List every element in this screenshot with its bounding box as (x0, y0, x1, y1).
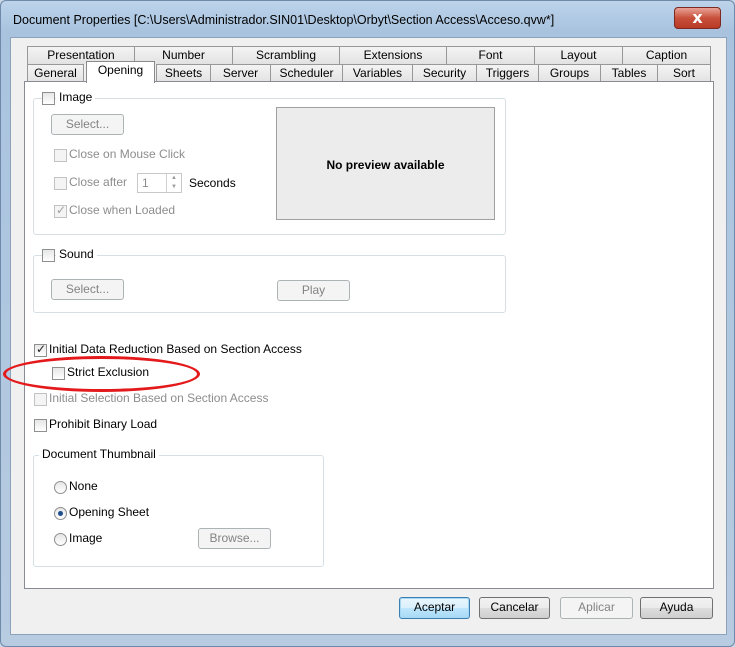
play-button[interactable]: Play (277, 280, 350, 301)
thumbnail-group-label: Document Thumbnail (39, 447, 159, 461)
initial-selection-checkbox[interactable] (34, 393, 47, 406)
cancel-button[interactable]: Cancelar (479, 597, 550, 619)
tab-sort[interactable]: Sort (657, 64, 711, 82)
initial-selection-label: Initial Selection Based on Section Acces… (49, 391, 269, 405)
thumbnail-opening-sheet-label: Opening Sheet (69, 505, 150, 519)
initial-reduction-label: Initial Data Reduction Based on Section … (49, 342, 302, 356)
sound-checkbox[interactable] (42, 249, 55, 262)
tab-caption[interactable]: Caption (622, 46, 711, 64)
tab-sheets[interactable]: Sheets (156, 64, 211, 82)
prohibit-binary-label: Prohibit Binary Load (49, 417, 158, 431)
seconds-label: Seconds (189, 176, 236, 190)
initial-reduction-checkbox[interactable] (34, 342, 47, 357)
help-button[interactable]: Ayuda (640, 597, 713, 619)
thumbnail-image-label: Image (69, 531, 103, 545)
tab-security[interactable]: Security (412, 64, 477, 82)
tab-groups[interactable]: Groups (538, 64, 601, 82)
tab-variables[interactable]: Variables (342, 64, 413, 82)
browse-button[interactable]: Browse... (198, 528, 271, 549)
sound-select-button[interactable]: Select... (51, 279, 124, 300)
close-icon: x (692, 8, 703, 27)
close-on-click-label: Close on Mouse Click (69, 147, 186, 161)
ok-button[interactable]: Aceptar (399, 597, 470, 619)
thumbnail-opening-sheet-radio[interactable] (54, 507, 67, 520)
close-when-loaded-checkbox[interactable] (54, 203, 67, 218)
thumbnail-image-radio[interactable] (54, 533, 67, 546)
tab-scrambling[interactable]: Scrambling (232, 46, 340, 64)
tab-font[interactable]: Font (446, 46, 535, 64)
tab-opening[interactable]: Opening (86, 61, 155, 83)
close-on-click-checkbox[interactable] (54, 149, 67, 162)
image-group-label: Image (56, 90, 96, 104)
stepper-down-icon[interactable]: ▼ (166, 183, 181, 192)
close-when-loaded-label: Close when Loaded (69, 203, 176, 217)
tab-tables[interactable]: Tables (600, 64, 658, 82)
tab-general[interactable]: General (27, 64, 84, 82)
tab-layout[interactable]: Layout (534, 46, 623, 64)
thumbnail-none-radio[interactable] (54, 481, 67, 494)
window-title: Document Properties [C:\Users\Administra… (13, 13, 555, 27)
tab-server[interactable]: Server (210, 64, 271, 82)
stepper-up-icon[interactable]: ▲ (166, 174, 181, 183)
tab-extensions[interactable]: Extensions (339, 46, 447, 64)
thumbnail-none-label: None (69, 479, 98, 493)
tab-scheduler[interactable]: Scheduler (270, 64, 343, 82)
close-button[interactable]: x (674, 7, 721, 29)
close-after-stepper[interactable]: 1 ▲ ▼ (137, 173, 182, 193)
image-preview: No preview available (276, 107, 495, 220)
prohibit-binary-checkbox[interactable] (34, 419, 47, 432)
image-checkbox[interactable] (42, 92, 55, 105)
apply-button[interactable]: Aplicar (560, 597, 633, 619)
close-after-value: 1 (142, 176, 149, 190)
preview-text: No preview available (326, 158, 445, 172)
image-select-button[interactable]: Select... (51, 114, 124, 135)
close-after-label: Close after (69, 175, 128, 189)
close-after-checkbox[interactable] (54, 177, 67, 190)
tab-triggers[interactable]: Triggers (476, 64, 539, 82)
sound-group-label: Sound (56, 247, 97, 261)
dialog-window: Document Properties [C:\Users\Administra… (0, 0, 735, 647)
annotation-ellipse (3, 356, 200, 392)
